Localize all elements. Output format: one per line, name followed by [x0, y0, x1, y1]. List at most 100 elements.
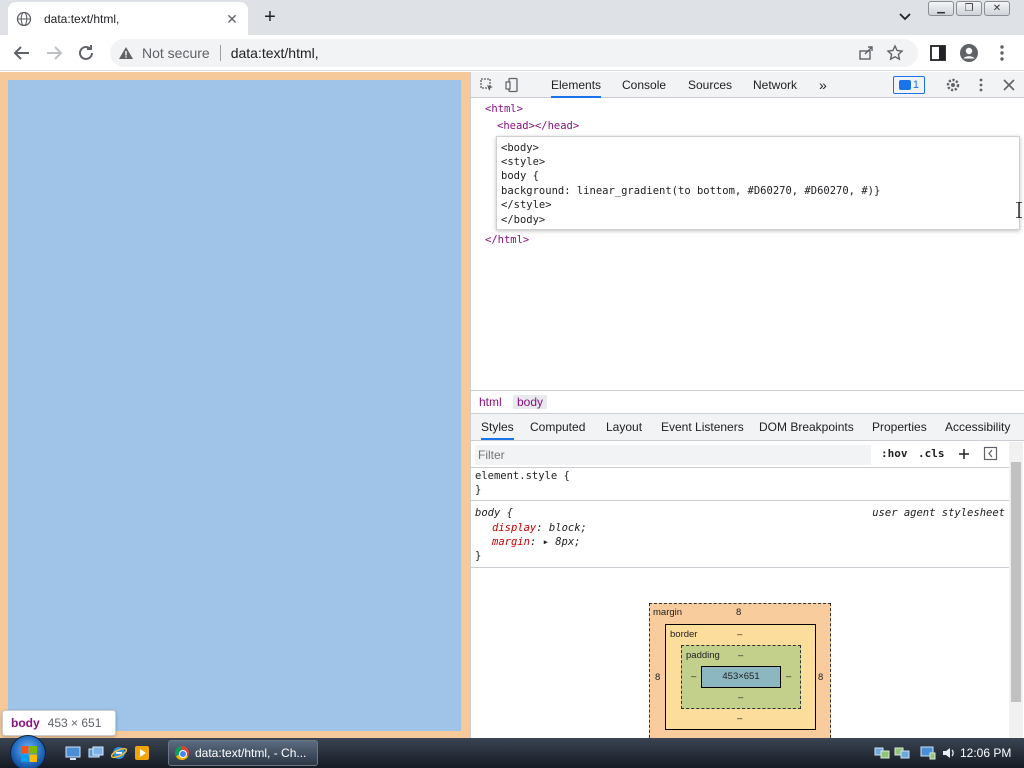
bookmark-star-icon[interactable]	[886, 44, 904, 62]
sidebar-tabbar: Styles Computed Layout Event Listeners D…	[471, 414, 1024, 441]
omnibox-divider	[219, 45, 221, 61]
box-model-content[interactable]: 453×651	[701, 666, 781, 688]
tab-console[interactable]: Console	[622, 72, 666, 98]
volume-tray-icon[interactable]	[941, 745, 957, 761]
forward-arrow-icon[interactable]	[42, 41, 66, 65]
border-top-value[interactable]: –	[737, 629, 742, 640]
page-viewport[interactable]	[0, 72, 470, 738]
margin-top-value[interactable]: 8	[736, 607, 741, 618]
browser-tab[interactable]: data:text/html, ✕	[8, 2, 248, 35]
tooltip-tag: body	[11, 716, 40, 730]
tab-dom-breakpoints[interactable]: DOM Breakpoints	[759, 414, 854, 440]
devtools-panel: Elements Console Sources Network » 1 <ht…	[470, 72, 1024, 743]
security-label[interactable]: Not secure	[142, 45, 210, 61]
network-tray-icon[interactable]	[874, 745, 890, 761]
html-close-tag[interactable]: </html>	[485, 234, 529, 246]
breadcrumb-html[interactable]: html	[479, 395, 502, 409]
gear-icon[interactable]	[945, 77, 961, 93]
maximize-button[interactable]: ❐	[956, 1, 982, 16]
tab-styles[interactable]: Styles	[481, 414, 514, 440]
media-player-icon[interactable]	[134, 745, 150, 761]
inspect-element-icon[interactable]	[479, 77, 495, 93]
edit-line: <body>	[501, 142, 539, 154]
breadcrumb: html body	[471, 390, 1024, 414]
padding-top-value[interactable]: –	[738, 650, 743, 661]
margin-left-value[interactable]: 8	[655, 672, 660, 683]
padding-right-value[interactable]: –	[786, 671, 791, 682]
tab-computed[interactable]: Computed	[530, 414, 585, 440]
scrollbar-thumb[interactable]	[1011, 462, 1021, 702]
kebab-menu-icon[interactable]	[973, 77, 989, 93]
warning-icon[interactable]	[118, 45, 134, 61]
switch-windows-icon[interactable]	[88, 745, 104, 761]
issues-badge[interactable]: 1	[893, 76, 925, 94]
tab-network[interactable]: Network	[753, 72, 797, 98]
new-tab-button[interactable]: +	[258, 6, 282, 30]
styles-scrollbar[interactable]	[1009, 442, 1023, 738]
highlighted-body-element[interactable]	[8, 80, 461, 731]
rule-close-brace: }	[475, 550, 482, 562]
monitor-tray-icon[interactable]	[920, 745, 936, 761]
css-value-margin[interactable]: 8px;	[555, 536, 580, 548]
back-arrow-icon[interactable]	[10, 41, 34, 65]
breadcrumb-body[interactable]: body	[513, 395, 548, 409]
share-icon[interactable]	[858, 45, 874, 61]
close-icon[interactable]	[1001, 77, 1017, 93]
element-style-selector[interactable]: element.style {	[475, 470, 570, 482]
text-cursor-icon	[1016, 202, 1022, 218]
start-button[interactable]	[10, 735, 46, 768]
rule-divider	[471, 500, 1011, 501]
internet-explorer-icon[interactable]	[111, 745, 127, 761]
css-value-display[interactable]: block;	[549, 522, 587, 534]
tab-elements[interactable]: Elements	[551, 72, 602, 98]
more-tabs-button[interactable]: »	[819, 72, 827, 98]
tab-event-listeners[interactable]: Event Listeners	[661, 414, 744, 440]
globe-icon	[16, 11, 32, 26]
window-controls: ▁ ❐ ✕	[928, 1, 1010, 16]
elements-tree: <html> <head></head> <body> <style> body…	[471, 99, 1024, 389]
padding-left-value[interactable]: –	[691, 671, 696, 682]
padding-label: padding	[686, 650, 720, 661]
css-property-margin[interactable]: margin	[492, 536, 530, 548]
edit-as-html-box[interactable]: <body> <style> body { background: linear…	[496, 136, 1020, 230]
padding-bottom-value[interactable]: –	[738, 692, 743, 703]
filter-input[interactable]	[475, 445, 871, 465]
html-open-tag[interactable]: <html>	[485, 103, 523, 115]
border-label: border	[670, 629, 698, 640]
head-tag[interactable]: <head></head>	[497, 120, 579, 132]
browser-toolbar: Not secure data:text/html,	[0, 35, 1024, 71]
show-desktop-icon[interactable]	[65, 745, 81, 761]
tab-layout[interactable]: Layout	[606, 414, 642, 440]
tab-accessibility[interactable]: Accessibility	[945, 414, 1010, 440]
address-bar[interactable]: Not secure data:text/html,	[110, 39, 918, 67]
css-property-display[interactable]: display	[492, 522, 536, 534]
toggle-sidebar-icon[interactable]	[983, 446, 998, 461]
cls-toggle[interactable]: .cls	[918, 447, 945, 460]
edit-line: background: linear_gradient(to bottom, #…	[501, 185, 881, 197]
plus-icon[interactable]	[957, 447, 971, 461]
edit-line: </body>	[501, 214, 546, 226]
profile-avatar-icon[interactable]	[959, 43, 979, 63]
chevron-down-icon[interactable]	[896, 8, 914, 26]
kebab-menu-icon[interactable]	[992, 43, 1012, 63]
border-bottom-value[interactable]: –	[737, 713, 742, 724]
url-text[interactable]: data:text/html,	[231, 45, 319, 61]
minimize-button[interactable]: ▁	[928, 1, 954, 16]
box-model-padding[interactable]: padding – – – – 453×651	[681, 645, 801, 709]
side-panel-icon[interactable]	[928, 43, 948, 63]
tab-properties[interactable]: Properties	[872, 414, 927, 440]
taskbar-chrome-window[interactable]: data:text/html, - Ch...	[168, 740, 318, 766]
tab-sources[interactable]: Sources	[688, 72, 732, 98]
close-window-button[interactable]: ✕	[984, 1, 1010, 16]
margin-right-value[interactable]: 8	[818, 672, 823, 683]
box-model-border[interactable]: border – – padding – – – – 453×651	[665, 624, 816, 730]
stylesheet-source: user agent stylesheet	[872, 507, 1005, 519]
box-model-margin[interactable]: margin 8 8 8 border – – padding – – – – …	[649, 603, 831, 743]
update-tray-icon[interactable]	[894, 745, 910, 761]
hov-toggle[interactable]: :hov	[881, 447, 908, 460]
close-tab-icon[interactable]: ✕	[224, 11, 240, 27]
tooltip-dimensions: 453 × 651	[47, 716, 102, 730]
device-toolbar-icon[interactable]	[505, 77, 521, 93]
reload-icon[interactable]	[74, 41, 98, 65]
body-rule-selector[interactable]: body {	[475, 507, 513, 519]
